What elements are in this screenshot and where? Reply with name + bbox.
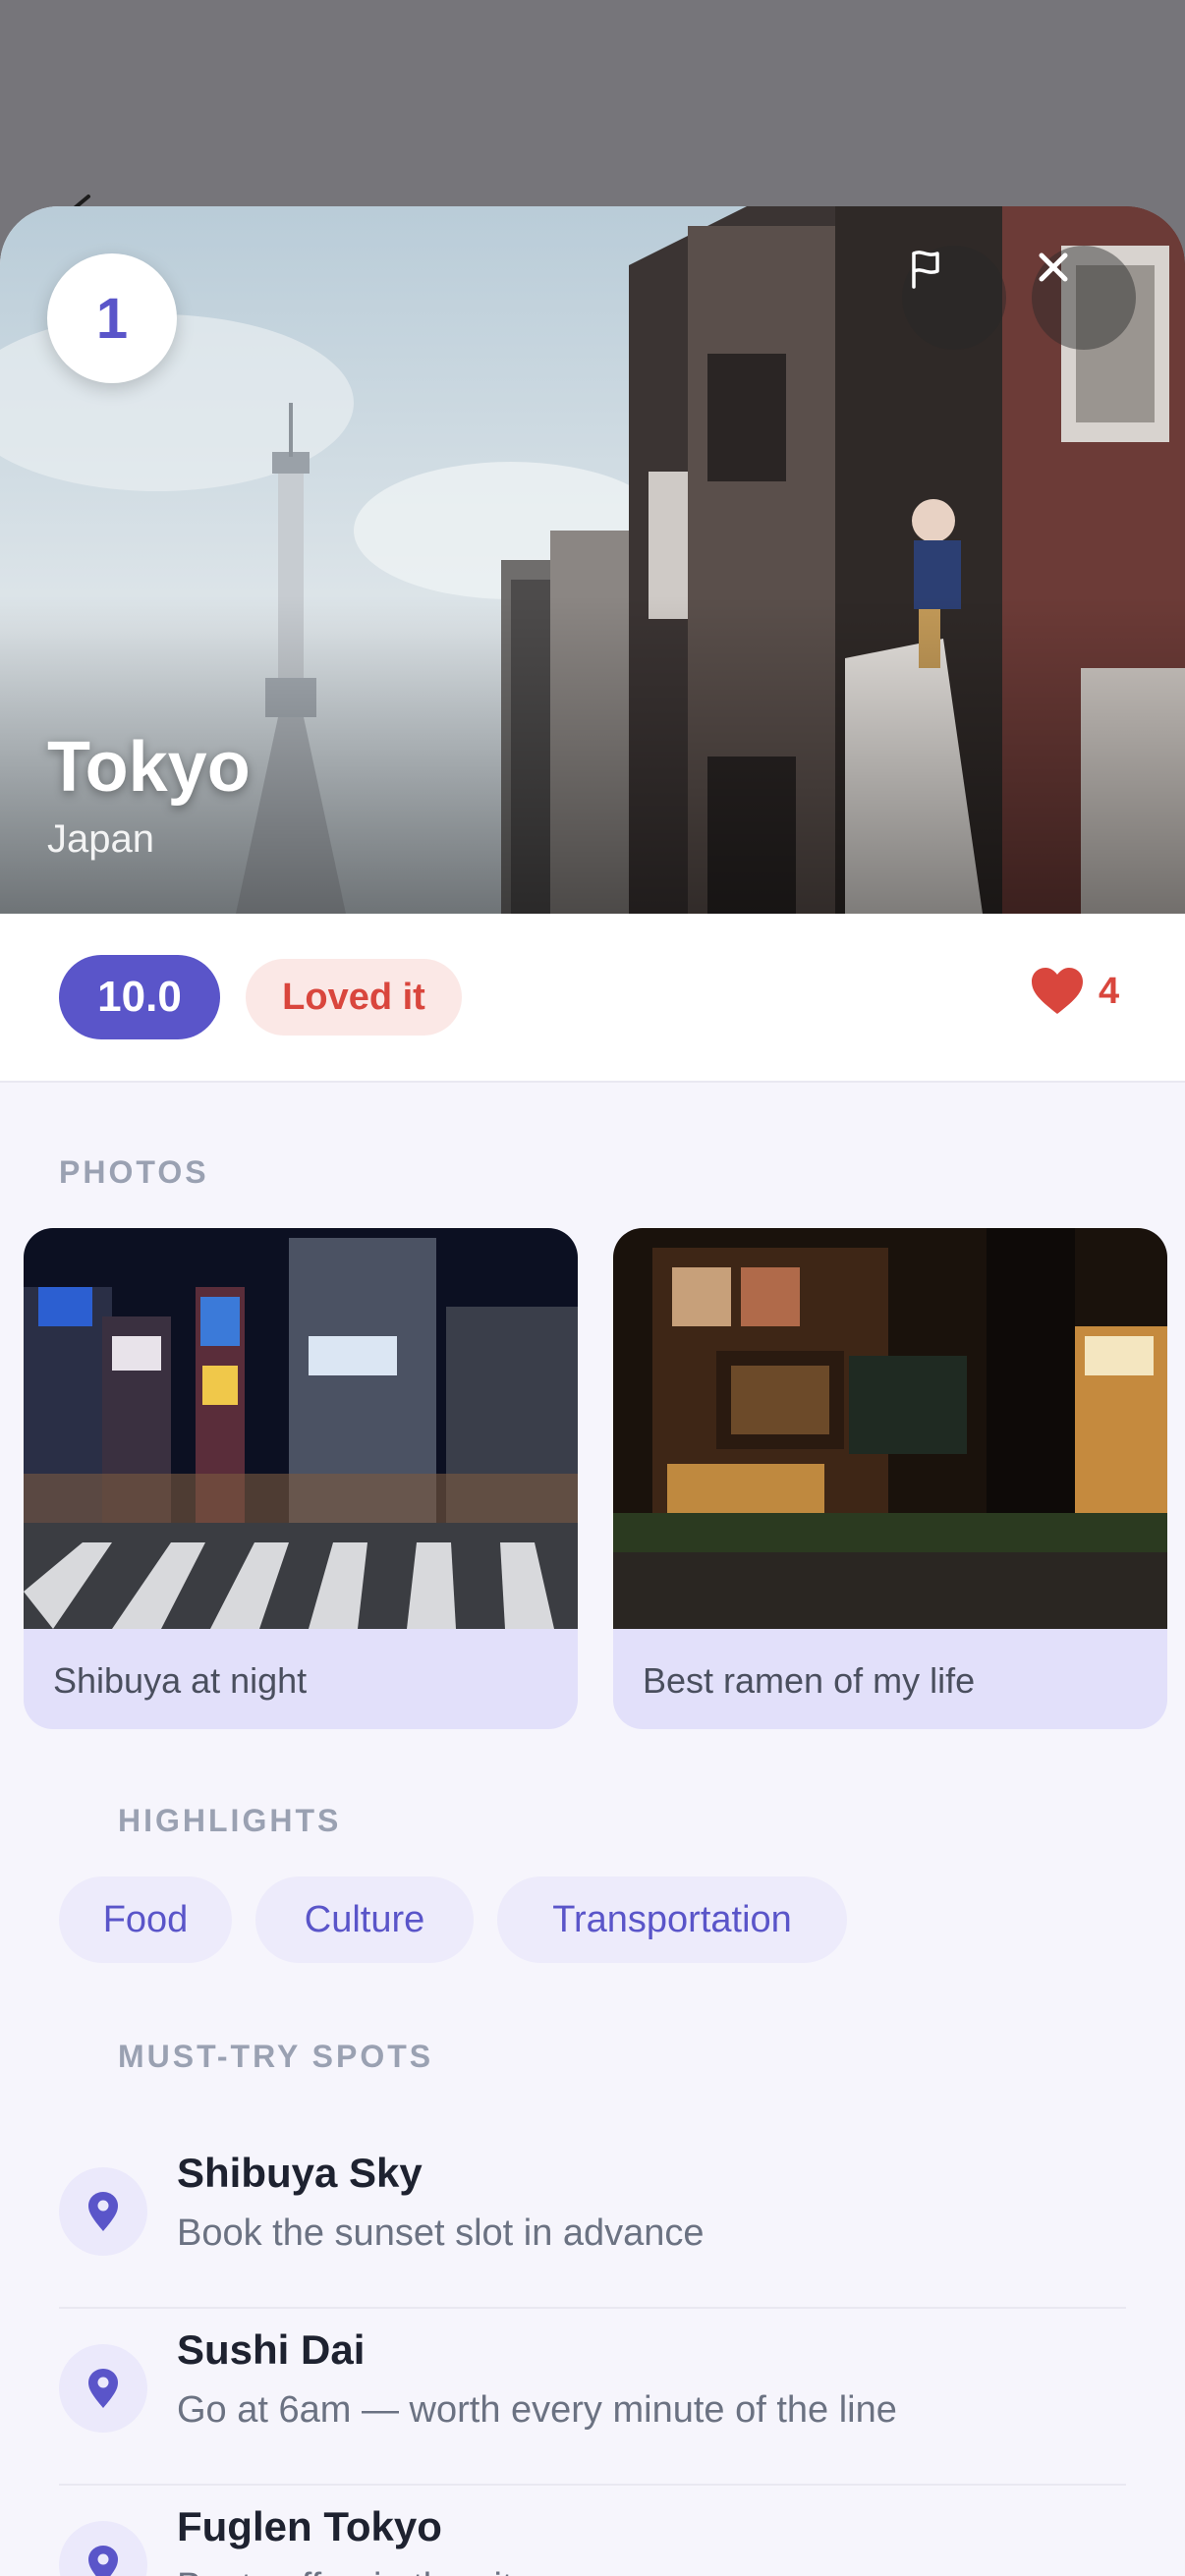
city-title: Tokyo <box>47 728 251 807</box>
rank-number: 1 <box>95 286 129 351</box>
close-button[interactable] <box>1032 246 1136 350</box>
photo-ramen <box>613 1228 1167 1629</box>
flag-icon <box>912 251 939 289</box>
score-badge: 10.0 <box>59 955 220 1039</box>
likes-button[interactable]: 4 <box>1030 967 1119 1016</box>
list-item[interactable]: Sushi Dai Go at 6am — worth every minute… <box>59 2309 1126 2486</box>
photo-shibuya <box>24 1228 578 1629</box>
close-icon <box>1039 252 1068 282</box>
likes-count: 4 <box>1099 970 1120 1012</box>
spot-note: Best coffee in the city <box>177 2566 532 2576</box>
spot-note: Go at 6am — worth every minute of the li… <box>177 2389 897 2431</box>
photo-caption: Shibuya at night <box>53 1660 308 1701</box>
hero-photo <box>0 206 1185 914</box>
highlights-section-label: HIGHLIGHTS <box>118 1803 342 1838</box>
photo-card[interactable]: Shibuya at night <box>24 1228 578 1729</box>
verdict-badge: Loved it <box>246 959 462 1036</box>
highlight-tag-transportation[interactable]: Transportation <box>497 1876 847 1963</box>
rank-badge: 1 <box>47 253 177 383</box>
photo-card[interactable]: Best ramen of my life <box>613 1228 1167 1729</box>
heart-icon <box>1032 968 1083 1014</box>
report-button[interactable] <box>902 246 1006 350</box>
map-pin-icon <box>59 2521 147 2576</box>
list-item[interactable]: Shibuya Sky Book the sunset slot in adva… <box>59 2132 1126 2309</box>
spot-name: Sushi Dai <box>177 2326 366 2373</box>
spot-name: Fuglen Tokyo <box>177 2503 442 2549</box>
photos-section-label: PHOTOS <box>59 1154 209 1190</box>
spots-section-label: MUST-TRY SPOTS <box>118 2039 434 2074</box>
country-subtitle: Japan <box>47 817 154 861</box>
list-item[interactable]: Fuglen Tokyo Best coffee in the city <box>59 2486 1126 2576</box>
map-pin-icon <box>59 2167 147 2256</box>
photo-caption: Best ramen of my life <box>643 1660 976 1701</box>
map-pin-icon <box>59 2344 147 2433</box>
place-detail-sheet: 1 Tokyo Japan 10.0 Loved it 4 PHOTOS Shi… <box>0 206 1185 2576</box>
rating-row: 10.0 Loved it 4 <box>0 914 1185 1083</box>
hero-image: 1 Tokyo Japan <box>0 206 1185 914</box>
highlight-tag-culture[interactable]: Culture <box>255 1876 474 1963</box>
spot-name: Shibuya Sky <box>177 2150 423 2196</box>
highlight-tag-food[interactable]: Food <box>59 1876 232 1963</box>
spot-note: Book the sunset slot in advance <box>177 2212 705 2254</box>
